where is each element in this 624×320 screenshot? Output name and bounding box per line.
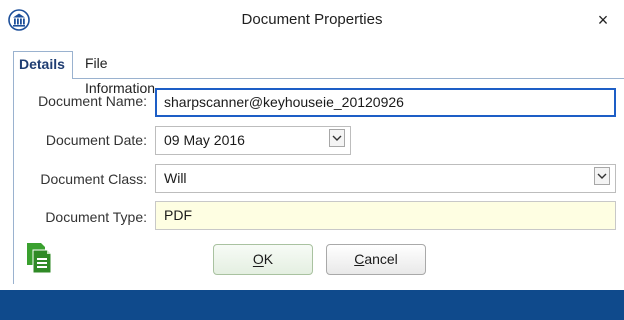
document-date-picker[interactable]: 09 May 2016 (155, 126, 351, 155)
documents-icon[interactable] (25, 241, 59, 277)
chevron-down-icon[interactable] (329, 129, 345, 147)
document-date-value[interactable]: 09 May 2016 (155, 126, 351, 155)
ok-button-label: OK (252, 251, 274, 267)
document-class-select[interactable]: Will (155, 164, 616, 193)
document-class-label: Document Class: (40, 171, 147, 187)
status-bar (0, 290, 624, 320)
document-type-field: PDF (155, 201, 616, 230)
close-icon[interactable]: × (592, 9, 614, 31)
document-name-label: Document Name: (38, 93, 147, 109)
document-class-value[interactable]: Will (155, 164, 616, 193)
document-date-label: Document Date: (45, 132, 147, 148)
chevron-down-icon[interactable] (594, 167, 610, 185)
tab-details[interactable]: Details (13, 51, 73, 79)
ok-button[interactable]: OK (213, 244, 313, 275)
document-type-label: Document Type: (45, 209, 147, 225)
document-properties-dialog: Document Properties × Details File Infor… (0, 0, 624, 320)
document-name-field[interactable]: sharpscanner@keyhouseie_20120926 (155, 88, 616, 117)
tab-file-information[interactable]: File Information (79, 51, 161, 96)
cancel-button-label: Cancel (354, 251, 398, 267)
title-bar: Document Properties × (0, 0, 624, 44)
cancel-button[interactable]: Cancel (326, 244, 426, 275)
window-title: Document Properties (241, 11, 383, 28)
